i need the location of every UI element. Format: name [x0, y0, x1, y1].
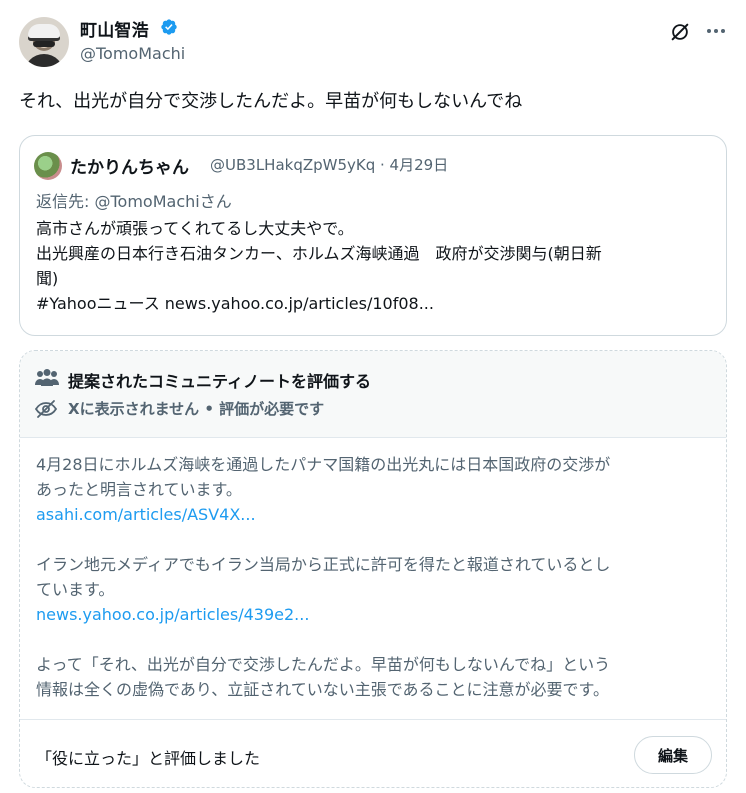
community-note-title: 提案されたコミュニティノートを評価する: [68, 372, 372, 391]
quoted-tweet-body: 高市さんが頑張ってくれてるし大丈夫やで。 出光興産の日本行き石油タンカー、ホルム…: [36, 216, 716, 316]
quoted-line: #Yahooニュース news.yahoo.co.jp/articles/10f…: [36, 294, 434, 313]
note-line: よって「それ、出光が自分で交渉したんだよ。早苗が何もしないんでね」という: [36, 655, 611, 674]
note-line: ています。: [36, 580, 115, 599]
community-note-body: 4月28日にホルムズ海峡を通過したパナマ国籍の出光丸には日本国政府の交渉が あっ…: [36, 452, 716, 702]
tweet-header: 町山智浩 @TomoMachi: [19, 14, 729, 72]
more-dot: [707, 29, 711, 33]
community-note-header[interactable]: 提案されたコミュニティノートを評価する Xに表示されません • 評価が必要です: [20, 351, 726, 438]
people-icon: [35, 369, 59, 386]
community-note-panel: 提案されたコミュニティノートを評価する Xに表示されません • 評価が必要です …: [19, 350, 727, 788]
tweet-text: それ、出光が自分で交渉したんだよ。早苗が何もしないんでね: [19, 91, 523, 112]
reply-to-line: 返信先: @TomoMachiさん: [36, 188, 232, 212]
author-name[interactable]: 町山智浩: [80, 16, 149, 41]
reply-prefix: 返信先:: [36, 192, 95, 211]
more-dot: [721, 29, 725, 33]
quoted-handle-date: @UB3LHakqZpW5yKq · 4月29日: [210, 156, 449, 174]
quoted-line: 高市さんが頑張ってくれてるし大丈夫やで。: [36, 219, 354, 238]
note-line: 情報は全くの虚偽であり、立証されていない主張であることに注意が必要です。: [36, 680, 609, 699]
note-line: イラン地元メディアでもイラン当局から正式に許可を得たと報道されているとし: [36, 555, 611, 574]
more-icon[interactable]: [705, 20, 727, 42]
note-line: 4月28日にホルムズ海峡を通過したパナマ国籍の出光丸には日本国政府の交渉が: [36, 455, 611, 474]
more-dot: [714, 29, 718, 33]
avatar-glasses: [33, 41, 55, 47]
avatar-shirt: [24, 54, 64, 67]
quoted-tweet[interactable]: たかりんちゃん @UB3LHakqZpW5yKq · 4月29日 返信先: @T…: [19, 135, 727, 336]
community-note-status: Xに表示されません • 評価が必要です: [68, 400, 325, 418]
reply-mention[interactable]: @TomoMachiさん: [94, 192, 231, 211]
rating-status-text: 「役に立った」と評価しました: [36, 749, 261, 768]
note-source-link[interactable]: news.yahoo.co.jp/articles/439e2...: [36, 602, 716, 627]
eye-off-icon: [34, 400, 58, 418]
note-line: あったと明言されています。: [36, 480, 242, 499]
grok-icon[interactable]: [669, 21, 691, 43]
verified-badge-icon: [161, 19, 177, 35]
note-source-link[interactable]: asahi.com/articles/ASV4X...: [36, 502, 716, 527]
quoted-author-name: たかりんちゃん: [70, 158, 189, 178]
author-avatar[interactable]: [19, 17, 69, 67]
edit-rating-button[interactable]: 編集: [634, 736, 712, 774]
quoted-line: 出光興産の日本行き石油タンカー、ホルムズ海峡通過 政府が交渉関与(朝日新: [36, 244, 602, 263]
quoted-line: 聞): [36, 269, 59, 288]
author-handle[interactable]: @TomoMachi: [80, 44, 185, 63]
avatar-hat: [28, 24, 60, 38]
community-note-footer: 「役に立った」と評価しました 編集: [20, 719, 726, 787]
quoted-author-avatar: [34, 152, 62, 180]
